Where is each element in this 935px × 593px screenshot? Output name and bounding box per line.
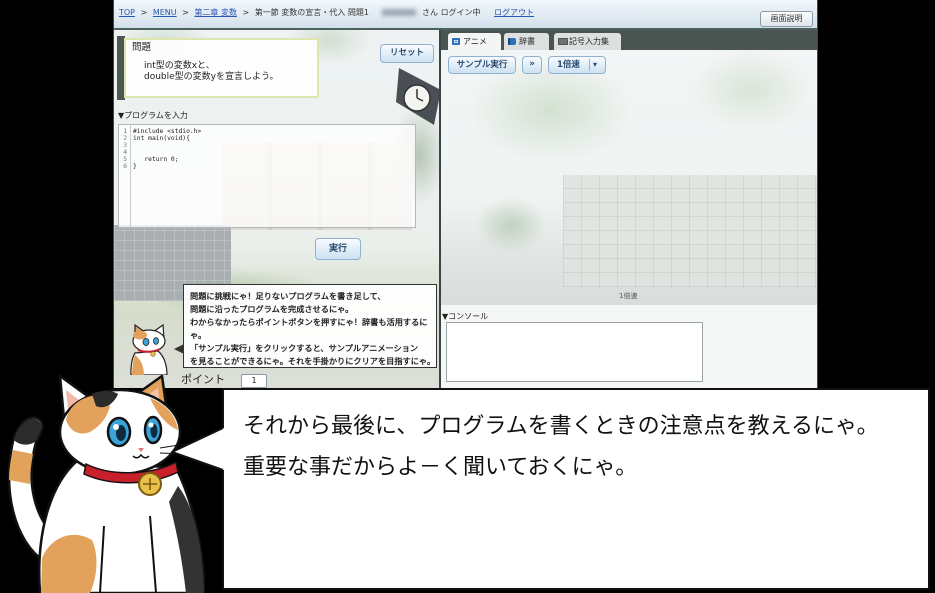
speed-select[interactable]: 1倍速 ▾ — [548, 56, 606, 74]
program-input-label: ▼プログラムを入力 — [118, 111, 188, 120]
line-number: 2 — [123, 135, 127, 142]
learning-app-window: TOP > MENU > 第二章 変数 > 第一節 変数の宣言・代入 問題1 さ… — [113, 0, 818, 388]
code-editor[interactable]: 1 #include <stdio.h> 2 int main(void){ 3 4… — [118, 124, 416, 228]
small-cat-bell — [150, 351, 156, 357]
breadcrumb-menu-link[interactable]: MENU — [153, 8, 177, 17]
problem-box: 問題 int型の変数xと、 double型の変数yを宣言しよう。 — [124, 38, 319, 98]
breadcrumb-top-link[interactable]: TOP — [119, 8, 135, 17]
problem-heading: 問題 — [132, 42, 152, 53]
clock-sign-illustration — [396, 68, 439, 125]
tab-dictionary[interactable]: 辞書 — [504, 33, 549, 50]
tab-label: 記号入力集 — [569, 37, 609, 46]
speech-bubble-pointer — [171, 427, 226, 471]
cat-tail-band — [9, 450, 33, 484]
chevron-down-icon: ▾ — [593, 60, 598, 69]
editor-panel: 問題 int型の変数xと、 double型の変数yを宣言しよう。 リセット ▼プ… — [114, 30, 439, 388]
speed-select-value: 1倍速 — [557, 60, 580, 70]
cat-right-eye-shine — [148, 422, 154, 428]
breadcrumb-chapter-link[interactable]: 第二章 変数 — [194, 8, 237, 17]
console-output[interactable] — [446, 322, 703, 382]
code-line[interactable]: 4 — [119, 149, 415, 156]
animation-panel: アニメ 辞書 記号入力集 サンプル実行 » 1倍速 ▾ 1倍速 ▼コンソール — [441, 30, 817, 388]
code-line[interactable]: 3 — [119, 142, 415, 149]
scene-wash-overlay — [441, 50, 817, 305]
console-label: ▼コンソール — [442, 312, 489, 321]
book-icon — [508, 38, 516, 45]
top-bar: TOP > MENU > 第二章 変数 > 第一節 変数の宣言・代入 問題1 さ… — [114, 0, 817, 30]
speed-select-divider — [589, 59, 590, 71]
hint-text-line: 問題に沿ったプログラムを完成させるにゃ。 — [190, 304, 354, 314]
code-line[interactable]: 2 int main(void){ — [119, 135, 415, 142]
fast-forward-button[interactable]: » — [522, 56, 542, 74]
line-number: 4 — [123, 149, 127, 156]
line-number: 6 — [123, 163, 127, 170]
breadcrumb-separator: > — [182, 8, 189, 17]
code-text[interactable]: } — [133, 163, 137, 170]
code-line[interactable]: 5 return 0; — [119, 156, 415, 163]
tab-symbol-input[interactable]: 記号入力集 — [554, 33, 621, 50]
hint-text-line: わからなかったらポイントボタンを押すにゃ！辞書も活用するに — [190, 317, 428, 327]
cat-narrator-illustration — [7, 374, 205, 593]
screen-help-button[interactable]: 画面説明 — [760, 11, 813, 27]
small-cat-left-eye — [142, 337, 150, 346]
code-text[interactable]: int main(void){ — [133, 135, 190, 142]
narration-text-line: 重要な事だからよ－く聞いておくにゃ。 — [243, 455, 638, 480]
line-number: 5 — [123, 156, 127, 163]
breadcrumb-separator: > — [140, 8, 148, 17]
tab-anime[interactable]: アニメ — [448, 33, 501, 50]
reset-button[interactable]: リセット — [380, 44, 434, 63]
tab-label: アニメ — [463, 37, 487, 46]
hint-text-line: 「サンプル実行」をクリックすると、サンプルアニメーション — [190, 343, 419, 353]
code-line[interactable]: 1 #include <stdio.h> — [119, 128, 415, 135]
breadcrumb-current-section: 第一節 変数の宣言・代入 問題1 — [254, 8, 369, 17]
problem-text-line: int型の変数xと、 — [144, 61, 215, 71]
line-number: 1 — [123, 128, 127, 135]
tab-label: 辞書 — [519, 37, 535, 46]
code-line[interactable]: 6} — [119, 163, 415, 170]
tab-bar: アニメ 辞書 記号入力集 — [441, 30, 817, 50]
small-cat-right-eye — [153, 337, 159, 345]
run-button[interactable]: 実行 — [315, 238, 361, 260]
narration-speech-bubble: それから最後に、プログラムを書くときの注意点を教えるにゃ。 重要な事だからよ－く… — [222, 388, 930, 590]
code-text[interactable]: return 0; — [133, 156, 178, 163]
hint-text-line: 問題に挑戦にゃ！足りないプログラムを書き足して、 — [190, 291, 386, 301]
hint-text-line: ゃ。 — [190, 330, 207, 340]
cat-left-eye-shine — [113, 424, 119, 430]
hint-text-line: を見ることができるにゃ。それを手掛かりにクリアを目指すにゃ。 — [190, 356, 436, 366]
problem-text-line: double型の変数yを宣言しよう。 — [144, 72, 279, 82]
speed-indicator: 1倍速 — [619, 292, 638, 300]
film-icon — [452, 38, 460, 45]
breadcrumb-separator: > — [242, 8, 250, 17]
narration-text-line: それから最後に、プログラムを書くときの注意点を教えるにゃ。 — [243, 414, 879, 439]
hint-speech-box: 問題に挑戦にゃ！足りないプログラムを書き足して、 問題に沿ったプログラムを完成さ… — [183, 284, 437, 368]
login-status: さん ログイン中 — [422, 8, 481, 17]
code-text[interactable]: #include <stdio.h> — [133, 128, 201, 135]
point-button[interactable]: 1 — [241, 374, 267, 388]
blurred-username — [382, 9, 417, 16]
logout-link[interactable]: ログアウト — [494, 8, 534, 17]
line-number: 3 — [123, 142, 127, 149]
keyboard-icon — [558, 38, 568, 45]
breadcrumb: TOP > MENU > 第二章 変数 > 第一節 変数の宣言・代入 問題1 さ… — [119, 8, 537, 18]
sample-run-button[interactable]: サンプル実行 — [448, 56, 516, 74]
